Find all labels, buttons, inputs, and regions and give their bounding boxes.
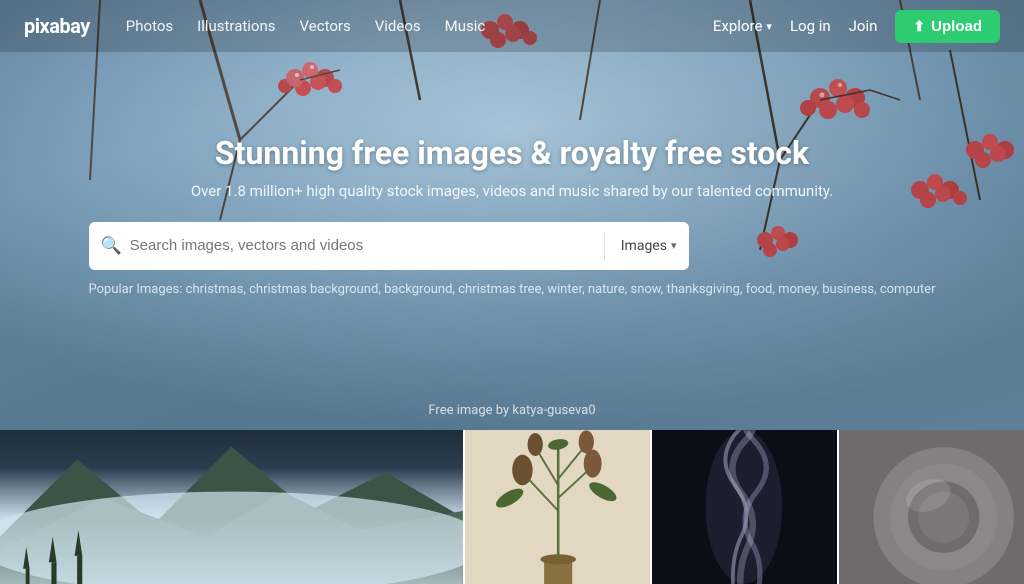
thumbnail-stone[interactable] bbox=[837, 430, 1024, 584]
stone-svg bbox=[839, 430, 1024, 584]
hero-subtitle: Over 1.8 million+ high quality stock ima… bbox=[89, 182, 936, 200]
nav-videos[interactable]: Videos bbox=[375, 17, 421, 35]
hero-section: Stunning free images & royalty free stoc… bbox=[0, 0, 1024, 430]
nav-photos[interactable]: Photos bbox=[126, 17, 173, 35]
search-type-dropdown[interactable]: Images ▾ bbox=[621, 238, 677, 254]
thumbnail-strip bbox=[0, 430, 1024, 584]
search-type-label: Images bbox=[621, 238, 667, 254]
thumbnail-botanical[interactable] bbox=[463, 430, 650, 584]
thumbnail-landscape[interactable] bbox=[0, 430, 463, 584]
landscape-svg bbox=[0, 430, 463, 584]
smoke-svg bbox=[652, 430, 837, 584]
upload-label: Upload bbox=[931, 18, 982, 35]
logo[interactable]: pixabay bbox=[24, 14, 90, 38]
search-icon: 🔍 bbox=[101, 236, 122, 256]
nav-vectors[interactable]: Vectors bbox=[300, 17, 351, 35]
nav-links: Photos Illustrations Vectors Videos Musi… bbox=[126, 17, 713, 35]
search-input[interactable] bbox=[130, 237, 588, 254]
upload-icon: ⬆ bbox=[913, 18, 925, 35]
botanical-svg bbox=[465, 430, 650, 584]
popular-label: Popular Images: bbox=[89, 282, 183, 297]
chevron-down-icon: ▾ bbox=[671, 239, 677, 252]
join-link[interactable]: Join bbox=[849, 17, 878, 35]
nav-illustrations[interactable]: Illustrations bbox=[197, 17, 275, 35]
nav-music[interactable]: Music bbox=[445, 17, 486, 35]
thumbnail-smoke[interactable] bbox=[650, 430, 837, 584]
popular-searches: Popular Images: christmas, christmas bac… bbox=[89, 282, 936, 297]
logo-text: pixabay bbox=[24, 14, 90, 38]
upload-button[interactable]: ⬆ Upload bbox=[895, 10, 1000, 43]
search-divider bbox=[604, 232, 605, 260]
image-credit: Free image by katya-guseva0 bbox=[428, 403, 595, 418]
hero-title: Stunning free images & royalty free stoc… bbox=[89, 134, 936, 172]
navbar: pixabay Photos Illustrations Vectors Vid… bbox=[0, 0, 1024, 52]
search-bar: 🔍 Images ▾ bbox=[89, 222, 689, 270]
nav-right: Explore ▾ Log in Join ⬆ Upload bbox=[713, 10, 1000, 43]
login-link[interactable]: Log in bbox=[790, 17, 831, 35]
popular-tags-text[interactable]: christmas, christmas background, backgro… bbox=[186, 282, 936, 297]
chevron-down-icon: ▾ bbox=[766, 20, 772, 33]
hero-content: Stunning free images & royalty free stoc… bbox=[69, 134, 956, 297]
explore-dropdown[interactable]: Explore ▾ bbox=[713, 17, 772, 35]
explore-label: Explore bbox=[713, 17, 763, 35]
